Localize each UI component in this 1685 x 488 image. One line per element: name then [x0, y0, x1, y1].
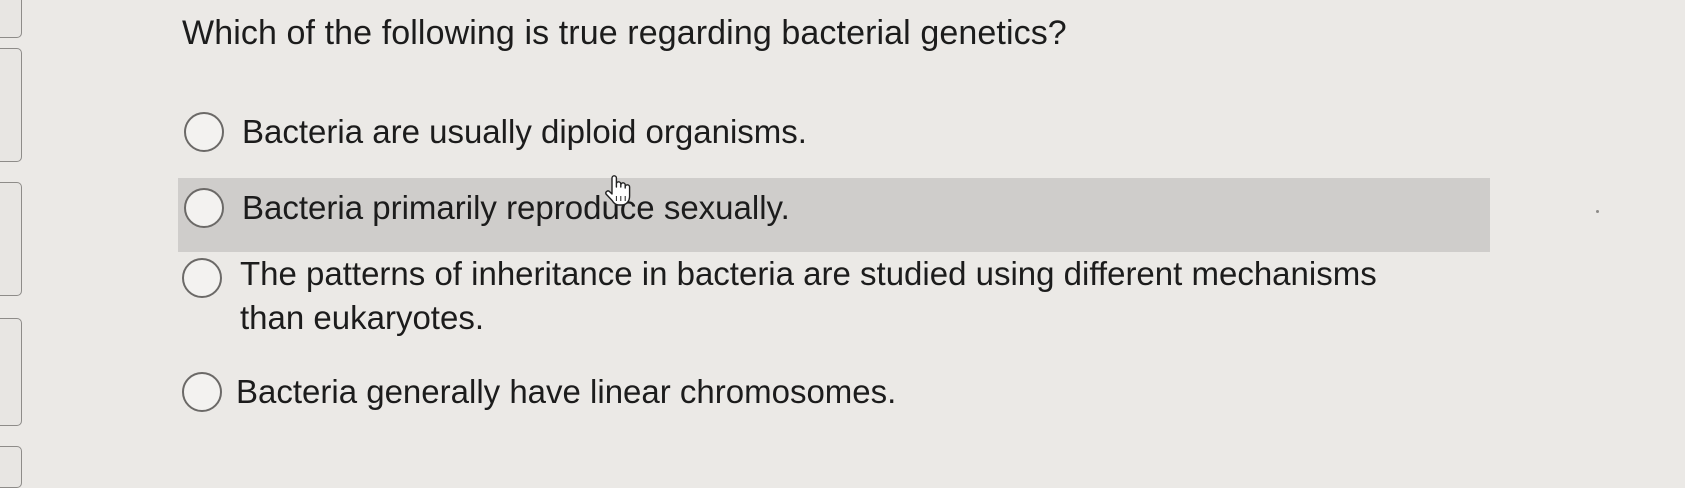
option-label: Bacteria generally have linear chromosom…	[236, 373, 897, 410]
screen-speck	[1596, 210, 1599, 213]
option-label: Bacteria primarily reproduce sexually.	[242, 189, 790, 226]
answer-option-3[interactable]: The patterns of inheritance in bacteria …	[178, 250, 1490, 350]
hand-pointer-icon	[605, 175, 631, 206]
answer-option-2[interactable]: Bacteria primarily reproduce sexually.	[178, 178, 1490, 252]
option-label-line-1: The patterns of inheritance in bacteria …	[240, 255, 1377, 292]
option-label: Bacteria are usually diploid organisms.	[242, 113, 807, 150]
answer-option-1[interactable]: Bacteria are usually diploid organisms.	[178, 102, 1490, 166]
answer-options: Bacteria are usually diploid organisms. …	[0, 0, 1685, 463]
radio-button[interactable]	[182, 258, 222, 298]
option-label-line-2: than eukaryotes.	[240, 299, 484, 336]
radio-button[interactable]	[184, 188, 224, 228]
radio-button[interactable]	[184, 112, 224, 152]
answer-option-4[interactable]: Bacteria generally have linear chromosom…	[178, 362, 1490, 428]
radio-button[interactable]	[182, 372, 222, 412]
